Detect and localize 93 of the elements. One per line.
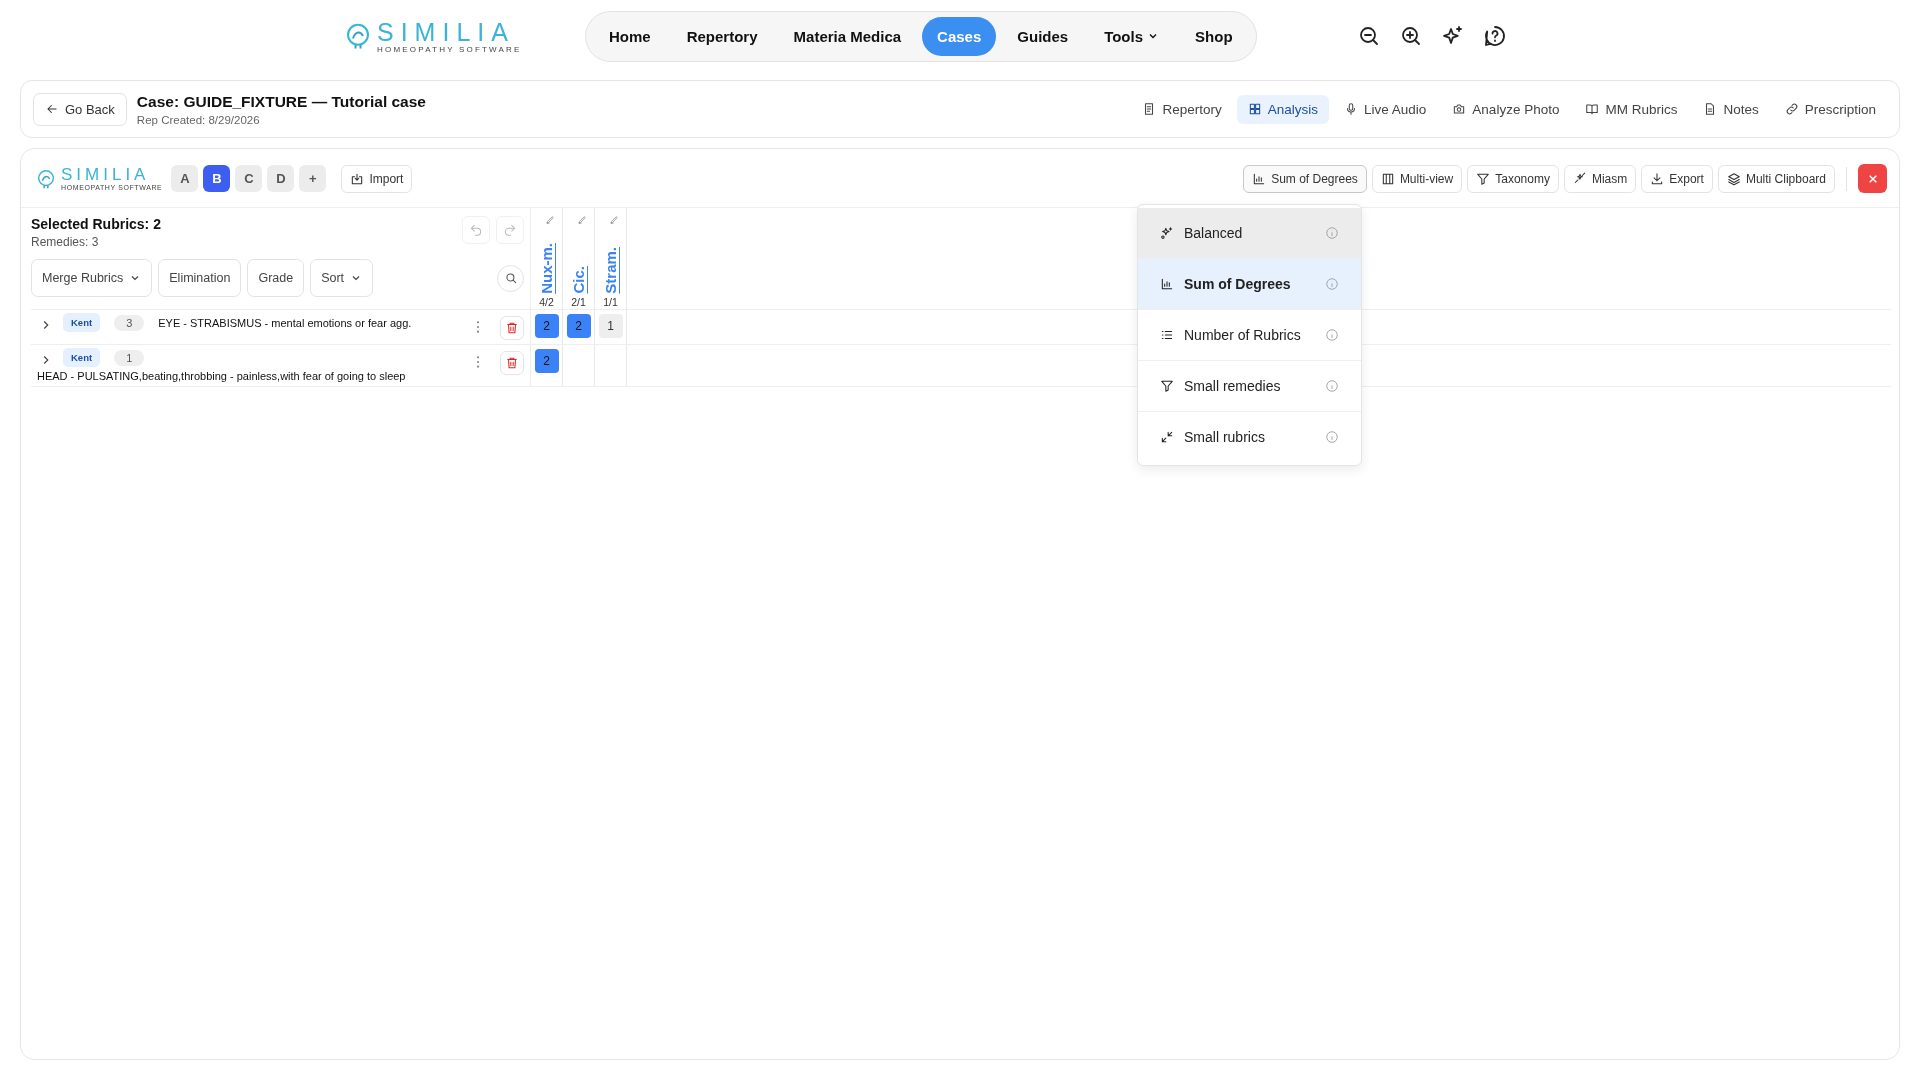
logo-tagline: HOMEOPATHY SOFTWARE <box>377 44 522 54</box>
nav-tab[interactable]: Tools <box>1089 16 1175 56</box>
case-tab[interactable]: Analysis <box>1236 94 1330 124</box>
filter-button[interactable]: Sort <box>310 259 374 297</box>
remedy-score: 2/1 <box>571 295 586 309</box>
layers-icon <box>1726 171 1741 186</box>
view-button[interactable]: Multi Clipboard <box>1717 164 1835 193</box>
delete-button[interactable] <box>500 316 524 340</box>
info-icon[interactable] <box>1325 226 1339 240</box>
trash-icon <box>505 356 519 370</box>
case-tab[interactable]: Prescription <box>1773 94 1887 124</box>
view-button[interactable]: Sum of Degrees <box>1243 164 1367 193</box>
pen-icon[interactable] <box>545 214 556 225</box>
case-tab[interactable]: Live Audio <box>1333 94 1438 124</box>
search-button[interactable] <box>497 264 524 292</box>
filter-button[interactable]: Merge Rubrics <box>31 259 153 297</box>
case-tab[interactable]: Analyze Photo <box>1441 94 1571 124</box>
selected-rubrics-count: Selected Rubrics: 2 <box>31 216 161 232</box>
logo-wordmark: SIMILIA <box>61 166 151 184</box>
repertory-tag: Kent <box>63 313 101 332</box>
camera-icon <box>1452 102 1467 116</box>
strategy-option[interactable]: Small remedies <box>1138 361 1361 412</box>
import-icon <box>350 171 365 186</box>
undo-icon <box>469 223 483 237</box>
case-tab[interactable]: Notes <box>1692 94 1770 124</box>
pen-icon[interactable] <box>609 214 620 225</box>
filter-icon <box>1476 171 1491 186</box>
add-sheet-button[interactable]: + <box>299 165 327 192</box>
link-icon <box>1784 102 1799 116</box>
view-button[interactable]: Export <box>1641 164 1713 193</box>
import-button[interactable]: Import <box>341 164 413 193</box>
nav-tab[interactable]: Guides <box>1002 16 1084 56</box>
redo-icon <box>503 223 517 237</box>
view-button[interactable]: Miasm <box>1563 164 1637 193</box>
pen-icon[interactable] <box>577 214 588 225</box>
strategy-option[interactable]: Small rubrics <box>1138 412 1361 462</box>
info-icon[interactable] <box>1325 328 1339 342</box>
remedy-score: 4/2 <box>539 295 554 309</box>
help-icon[interactable] <box>1482 24 1507 48</box>
trash-icon <box>505 321 519 335</box>
info-icon[interactable] <box>1325 277 1339 291</box>
bar-chart-icon <box>1160 277 1174 291</box>
strategy-option[interactable]: Sum of Degrees <box>1138 259 1361 310</box>
nav-tab[interactable]: Shop <box>1180 16 1248 56</box>
view-button[interactable]: Multi-view <box>1371 164 1463 193</box>
filter-button[interactable]: Grade <box>247 259 305 297</box>
download-icon <box>1650 171 1665 186</box>
nav-tab[interactable]: Materia Medica <box>778 16 917 56</box>
nav-tab[interactable]: Home <box>594 16 666 56</box>
collapse-icon <box>1160 430 1174 444</box>
back-arrow-icon <box>45 102 59 116</box>
grade-cell[interactable]: 2 <box>534 314 559 338</box>
info-icon[interactable] <box>1325 430 1339 444</box>
bar-chart-icon <box>1252 171 1267 186</box>
repertory-tag: Kent <box>63 348 101 367</box>
grid-icon <box>1247 102 1262 116</box>
search-icon <box>503 271 518 285</box>
columns-icon <box>1380 171 1395 186</box>
case-tab[interactable]: Repertory <box>1131 94 1233 124</box>
list-icon <box>1160 328 1174 342</box>
undo-button[interactable] <box>462 216 490 244</box>
rubric-text: HEAD - PULSATING,beating,throbbing - painless,with fear of going to sleep <box>37 370 406 382</box>
book-icon <box>1585 102 1600 116</box>
strategy-option[interactable]: Number of Rubrics <box>1138 310 1361 361</box>
grade-cell[interactable]: 2 <box>534 349 559 373</box>
remedy-name[interactable]: Stram. <box>602 247 619 294</box>
strategy-option[interactable]: Balanced <box>1138 208 1361 259</box>
remedy-score: 1/1 <box>603 295 618 309</box>
view-button[interactable]: Taxonomy <box>1467 164 1559 193</box>
back-button[interactable]: Go Back <box>33 92 127 126</box>
filter-button[interactable]: Elimination <box>158 259 242 297</box>
case-tab[interactable]: MM Rubrics <box>1574 94 1689 124</box>
close-button[interactable] <box>1858 164 1887 193</box>
remedy-name[interactable]: Cic. <box>570 266 587 294</box>
case-created-date: Rep Created: 8/29/2026 <box>136 113 261 126</box>
sheet-tab[interactable]: C <box>235 165 263 192</box>
nav-tab[interactable]: Repertory <box>671 16 773 56</box>
remedy-name[interactable]: Nux-m. <box>538 243 555 294</box>
rubric-text: EYE - STRABISMUS - mental emotions or fear agg. <box>158 316 412 329</box>
grade-cell[interactable]: 1 <box>598 314 623 338</box>
remedies-count: Remedies: 3 <box>31 235 100 249</box>
remedy-count-badge: 3 <box>114 314 145 331</box>
remedy-count-badge: 1 <box>114 349 145 366</box>
logo-wordmark: SIMILIA <box>377 18 516 45</box>
sheet-tab[interactable]: D <box>267 165 295 192</box>
sheet-tab[interactable]: B <box>203 165 231 192</box>
sheet-tab[interactable]: A <box>171 165 199 192</box>
case-title: Case: GUIDE_FIXTURE — Tutorial case <box>136 92 426 111</box>
grade-cell[interactable]: 2 <box>566 314 591 338</box>
redo-button[interactable] <box>496 216 524 244</box>
info-icon[interactable] <box>1325 379 1339 393</box>
filter-icon <box>1160 379 1174 393</box>
delete-button[interactable] <box>500 351 524 375</box>
